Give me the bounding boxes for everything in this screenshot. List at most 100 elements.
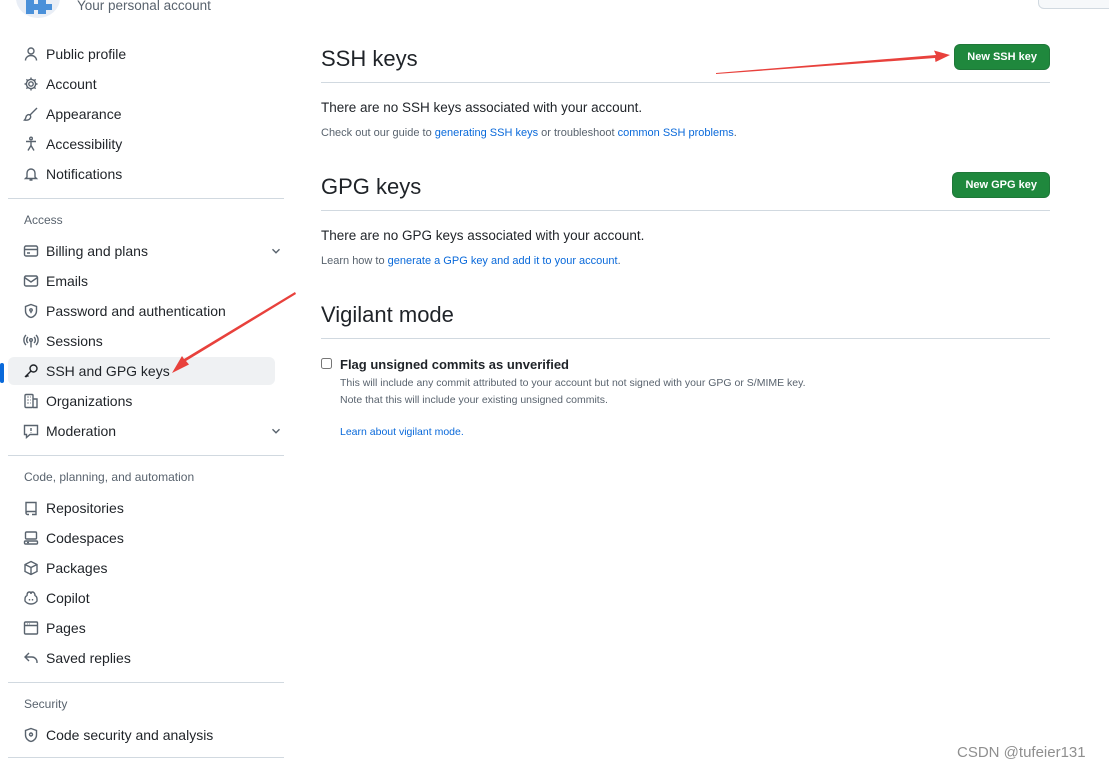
- sidebar-item-label: Code security and analysis: [46, 727, 214, 743]
- sidebar-item-label: Notifications: [46, 166, 123, 182]
- report-icon: [23, 423, 39, 439]
- gpg-keys-section: GPG keys New GPG key There are no GPG ke…: [321, 168, 1050, 267]
- ssh-section-title: SSH keys: [321, 46, 418, 71]
- sidebar-item-packages[interactable]: Packages: [8, 554, 275, 582]
- page-header: Your personal account: [0, 0, 1109, 18]
- repo-icon: [23, 500, 39, 516]
- sidebar-item-label: Sessions: [46, 333, 103, 349]
- sidebar-item-organizations[interactable]: Organizations: [8, 387, 275, 415]
- sidebar-item-label: Saved replies: [46, 650, 131, 666]
- sidebar-item-repositories[interactable]: Repositories: [8, 494, 275, 522]
- codespaces-icon: [23, 530, 39, 546]
- bell-icon: [23, 166, 39, 182]
- avatar[interactable]: [16, 0, 60, 18]
- guide-text-mid: or troubleshoot: [538, 127, 618, 139]
- common-ssh-problems-link[interactable]: common SSH problems: [618, 127, 734, 139]
- ssh-section-header: SSH keys New SSH key: [321, 40, 1050, 83]
- sidebar-item-label: SSH and GPG keys: [46, 363, 170, 379]
- sidebar-item-label: Public profile: [46, 46, 127, 62]
- generating-ssh-keys-link[interactable]: generating SSH keys: [435, 127, 538, 139]
- sidebar-item-appearance[interactable]: Appearance: [8, 100, 275, 128]
- settings-sidebar: Public profile Account Appearance Access…: [0, 38, 284, 758]
- ssh-keys-section: SSH keys New SSH key There are no SSH ke…: [321, 40, 1050, 139]
- chevron-down-icon[interactable]: [269, 424, 283, 438]
- vigilant-mode-section: Vigilant mode Flag unsigned commits as u…: [321, 296, 1050, 438]
- flag-unsigned-commits-label[interactable]: Flag unsigned commits as unverified: [340, 357, 1050, 372]
- broadcast-icon: [23, 333, 39, 349]
- paintbrush-icon: [23, 106, 39, 122]
- sidebar-item-code-security[interactable]: Code security and analysis: [8, 721, 275, 749]
- ssh-guide-text: Check out our guide to generating SSH ke…: [321, 127, 1050, 139]
- vigilant-desc-line: This will include any commit attributed …: [340, 377, 806, 389]
- sidebar-item-account[interactable]: Account: [8, 70, 275, 98]
- sidebar-group-title-access: Access: [24, 213, 63, 227]
- flag-unsigned-commits-checkbox[interactable]: [321, 358, 332, 369]
- active-indicator: [0, 363, 4, 383]
- sidebar-divider: [8, 757, 284, 758]
- profile-button[interactable]: [1038, 0, 1109, 9]
- sidebar-item-pages[interactable]: Pages: [8, 614, 275, 642]
- sidebar-item-ssh-gpg-keys[interactable]: SSH and GPG keys: [0, 357, 275, 385]
- sidebar-item-label: Packages: [46, 560, 108, 576]
- sidebar-item-notifications[interactable]: Notifications: [8, 160, 275, 188]
- gear-icon: [23, 76, 39, 92]
- vigilant-section-header: Vigilant mode: [321, 296, 1050, 339]
- sidebar-item-label: Copilot: [46, 590, 90, 606]
- gpg-section-title: GPG keys: [321, 174, 422, 199]
- sidebar-item-billing[interactable]: Billing and plans: [8, 237, 280, 265]
- new-gpg-key-button[interactable]: New GPG key: [952, 172, 1050, 198]
- sidebar-item-label: Moderation: [46, 423, 117, 439]
- sidebar-item-moderation[interactable]: Moderation: [8, 417, 280, 445]
- copilot-icon: [23, 590, 39, 606]
- generate-gpg-key-link[interactable]: generate a GPG key and add it to your ac…: [388, 255, 618, 267]
- sidebar-item-label: Appearance: [46, 106, 122, 122]
- ssh-empty-text: There are no SSH keys associated with yo…: [321, 100, 643, 115]
- gpg-empty-text: There are no GPG keys associated with yo…: [321, 228, 645, 243]
- sidebar-item-password-auth[interactable]: Password and authentication: [8, 297, 275, 325]
- sidebar-item-label: Repositories: [46, 500, 124, 516]
- sidebar-item-saved-replies[interactable]: Saved replies: [8, 644, 275, 672]
- learn-vigilant-mode-link[interactable]: Learn about vigilant mode.: [340, 426, 1050, 438]
- new-ssh-key-button[interactable]: New SSH key: [954, 44, 1050, 70]
- mail-icon: [23, 273, 39, 289]
- vigilant-checkbox-row: Flag unsigned commits as unverified This…: [321, 357, 1050, 438]
- sidebar-item-label: Organizations: [46, 393, 133, 409]
- sidebar-item-label: Account: [46, 76, 97, 92]
- sidebar-item-label: Pages: [46, 620, 86, 636]
- watermark: CSDN @tufeier131: [957, 744, 1086, 761]
- codescan-icon: [23, 727, 39, 743]
- reply-icon: [23, 650, 39, 666]
- organization-icon: [23, 393, 39, 409]
- accessibility-icon: [23, 136, 39, 152]
- sidebar-item-label: Emails: [46, 273, 89, 289]
- account-subtitle: Your personal account: [77, 0, 211, 13]
- sidebar-item-copilot[interactable]: Copilot: [8, 584, 275, 612]
- guide-text-pre: Check out our guide to: [321, 127, 435, 139]
- sidebar-item-public-profile[interactable]: Public profile: [8, 40, 275, 68]
- learn-text-post: .: [617, 255, 621, 267]
- credit-card-icon: [23, 243, 39, 259]
- sidebar-group-title-code: Code, planning, and automation: [24, 470, 195, 484]
- chevron-down-icon[interactable]: [269, 244, 283, 258]
- guide-text-post: .: [733, 127, 737, 139]
- gpg-section-header: GPG keys New GPG key: [321, 168, 1050, 211]
- vigilant-section-title: Vigilant mode: [321, 302, 454, 327]
- sidebar-item-label: Password and authentication: [46, 303, 226, 319]
- sidebar-item-codespaces[interactable]: Codespaces: [8, 524, 275, 552]
- person-icon: [23, 46, 39, 62]
- shield-lock-icon: [23, 303, 39, 319]
- sidebar-item-label: Codespaces: [46, 530, 124, 546]
- sidebar-item-accessibility[interactable]: Accessibility: [8, 130, 275, 158]
- sidebar-item-emails[interactable]: Emails: [8, 267, 275, 295]
- sidebar-group-title-security: Security: [24, 697, 68, 711]
- browser-icon: [23, 620, 39, 636]
- package-icon: [23, 560, 39, 576]
- vigilant-desc-line: Note that this will include your existin…: [340, 394, 608, 406]
- gpg-learn-text: Learn how to generate a GPG key and add …: [321, 255, 1050, 267]
- learn-text-pre: Learn how to: [321, 255, 388, 267]
- sidebar-item-sessions[interactable]: Sessions: [8, 327, 275, 355]
- main-content: SSH keys New SSH key There are no SSH ke…: [321, 40, 1050, 438]
- sidebar-item-label: Billing and plans: [46, 243, 148, 259]
- sidebar-item-label: Accessibility: [46, 136, 123, 152]
- key-icon: [23, 363, 39, 379]
